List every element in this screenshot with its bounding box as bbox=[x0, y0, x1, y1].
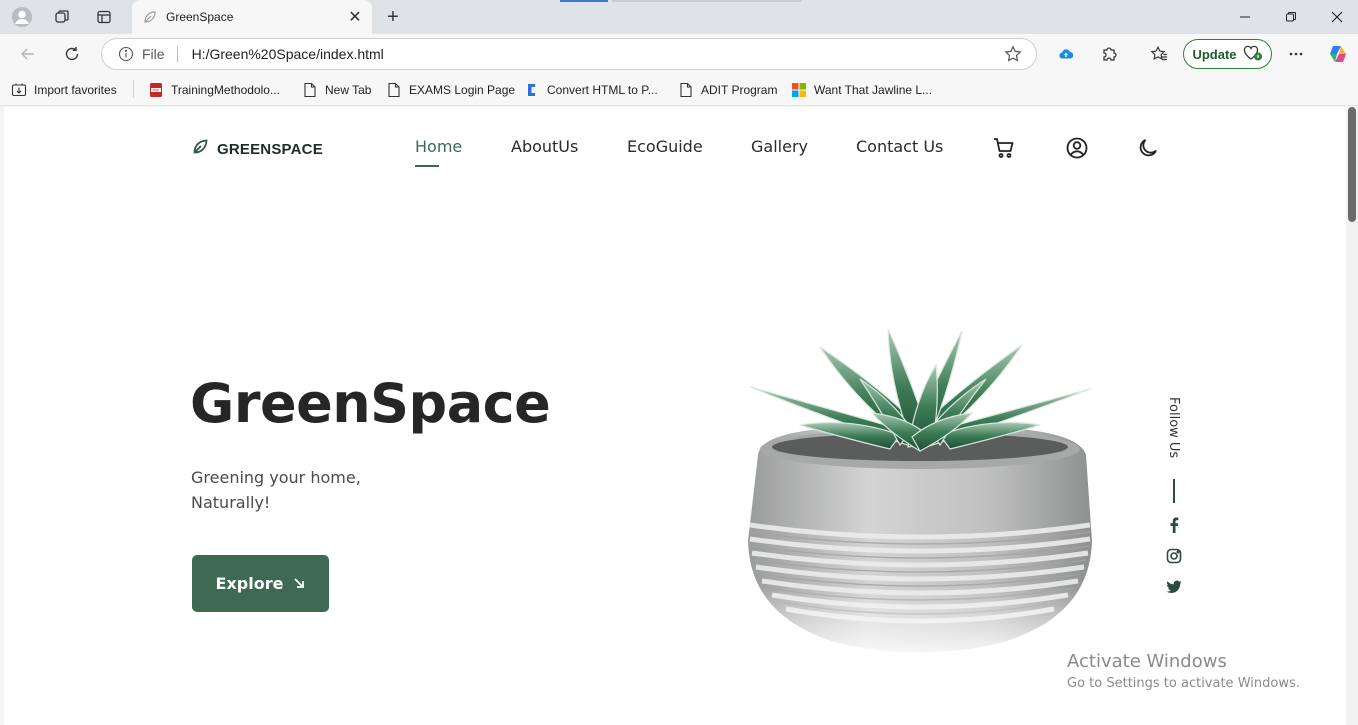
add-favorite-star-icon[interactable] bbox=[998, 39, 1028, 69]
favorite-exams[interactable]: EXAMS Login Page bbox=[386, 80, 515, 100]
favorite-label: EXAMS Login Page bbox=[409, 83, 516, 97]
favorite-label: New Tab bbox=[325, 83, 372, 97]
logo-text: GREENSPACE bbox=[217, 140, 323, 158]
hero-title: GreenSpace bbox=[190, 372, 551, 435]
address-bar[interactable]: File H:/Green%20Space/index.html bbox=[101, 38, 1037, 70]
leaf-logo-icon bbox=[192, 138, 209, 160]
tab-greenspace[interactable]: GreenSpace ✕ bbox=[132, 0, 372, 34]
pdf-icon: PDF bbox=[148, 82, 164, 98]
follow-us-label: Follow Us bbox=[1166, 397, 1181, 459]
watermark-line2: Go to Settings to activate Windows. bbox=[1067, 676, 1300, 691]
browser-toolbar: File H:/Green%20Space/index.html Update bbox=[0, 34, 1358, 74]
minimize-icon[interactable] bbox=[1222, 0, 1268, 34]
explore-button[interactable]: Explore bbox=[192, 555, 329, 612]
nav-ecoguide[interactable]: EcoGuide bbox=[627, 137, 703, 156]
favorites-bar: Import favorites PDF TrainingMethodolo..… bbox=[0, 74, 1358, 106]
tab-actions-icon[interactable] bbox=[90, 5, 118, 29]
hero-subtitle-line2: Naturally! bbox=[191, 493, 271, 512]
dark-mode-moon-icon[interactable] bbox=[1136, 136, 1160, 160]
favorites-divider bbox=[133, 80, 134, 98]
close-window-icon[interactable] bbox=[1314, 0, 1358, 34]
address-scheme: File bbox=[142, 46, 165, 62]
copilot-icon[interactable] bbox=[1323, 39, 1353, 69]
leaf-favicon-icon bbox=[142, 9, 158, 25]
update-heart-icon bbox=[1243, 44, 1263, 65]
favorite-jawline[interactable]: Want That Jawline L... bbox=[791, 80, 932, 100]
import-icon bbox=[11, 82, 27, 98]
close-tab-icon[interactable]: ✕ bbox=[342, 4, 368, 30]
refresh-icon[interactable] bbox=[57, 39, 87, 69]
tab-strip-indicator bbox=[560, 0, 608, 2]
favorite-label: Convert HTML to P... bbox=[547, 83, 658, 97]
page-icon bbox=[678, 82, 694, 98]
svg-text:PDF: PDF bbox=[152, 88, 159, 92]
succulent-pot-image bbox=[740, 328, 1096, 667]
hero-subtitle-line1: Greening your home, bbox=[191, 468, 361, 487]
address-url[interactable]: H:/Green%20Space/index.html bbox=[192, 46, 998, 62]
profile-avatar-icon[interactable] bbox=[8, 5, 36, 29]
explore-label: Explore bbox=[215, 574, 284, 593]
favorite-convert[interactable]: Convert HTML to P... bbox=[524, 80, 658, 100]
user-account-icon[interactable] bbox=[1065, 136, 1089, 160]
extensions-icon[interactable] bbox=[1095, 39, 1125, 69]
nav-active-underline bbox=[415, 165, 439, 167]
page-icon bbox=[386, 82, 402, 98]
more-options-icon[interactable] bbox=[1281, 39, 1311, 69]
new-tab-button[interactable]: + bbox=[380, 5, 406, 29]
browser-title-bar: GreenSpace ✕ + bbox=[0, 0, 1358, 34]
favorite-label: TrainingMethodolo... bbox=[171, 83, 280, 97]
cloud-sync-icon[interactable] bbox=[1051, 39, 1081, 69]
favorite-training[interactable]: PDF TrainingMethodolo... bbox=[148, 80, 280, 100]
cart-icon[interactable] bbox=[992, 136, 1016, 160]
twitter-icon[interactable] bbox=[1165, 578, 1183, 596]
page-scrollbar[interactable] bbox=[1346, 107, 1358, 725]
restore-icon[interactable] bbox=[1268, 0, 1314, 34]
update-button[interactable]: Update bbox=[1183, 39, 1272, 69]
nav-aboutus[interactable]: AboutUs bbox=[511, 137, 578, 156]
site-logo[interactable]: GREENSPACE bbox=[192, 138, 323, 160]
nav-contact-us[interactable]: Contact Us bbox=[856, 137, 943, 156]
follow-divider bbox=[1173, 479, 1175, 503]
windows-logo-icon bbox=[791, 82, 807, 98]
tab-title: GreenSpace bbox=[166, 10, 234, 24]
favorites-icon[interactable] bbox=[1144, 39, 1174, 69]
page-viewport: GREENSPACE Home AboutUs EcoGuide Gallery… bbox=[4, 107, 1346, 725]
convert-icon bbox=[524, 82, 540, 98]
instagram-icon[interactable] bbox=[1165, 547, 1183, 565]
hero-subtitle: Greening your home, Naturally! bbox=[191, 465, 361, 515]
windows-activation-watermark: Activate Windows Go to Settings to activ… bbox=[1067, 651, 1300, 691]
workspaces-icon[interactable] bbox=[48, 5, 76, 29]
favorite-label: Import favorites bbox=[34, 83, 117, 97]
favorite-new-tab[interactable]: New Tab bbox=[302, 80, 371, 100]
address-divider bbox=[176, 46, 178, 62]
follow-us: Follow Us bbox=[1163, 397, 1187, 467]
arrow-down-right-icon bbox=[293, 574, 305, 593]
site-info-icon[interactable] bbox=[118, 46, 134, 62]
nav-home[interactable]: Home bbox=[415, 137, 462, 156]
nav-gallery[interactable]: Gallery bbox=[751, 137, 808, 156]
favorite-adit[interactable]: ADIT Program bbox=[678, 80, 777, 100]
update-label: Update bbox=[1192, 46, 1237, 62]
facebook-icon[interactable] bbox=[1165, 516, 1183, 534]
scrollbar-thumb[interactable] bbox=[1348, 107, 1356, 222]
favorite-label: Want That Jawline L... bbox=[814, 83, 933, 97]
watermark-line1: Activate Windows bbox=[1067, 651, 1227, 672]
back-icon[interactable] bbox=[13, 39, 43, 69]
tab-strip-indicator-secondary bbox=[612, 0, 802, 2]
favorite-label: ADIT Program bbox=[701, 83, 778, 97]
page-icon bbox=[302, 82, 318, 98]
favorite-import[interactable]: Import favorites bbox=[11, 80, 117, 100]
